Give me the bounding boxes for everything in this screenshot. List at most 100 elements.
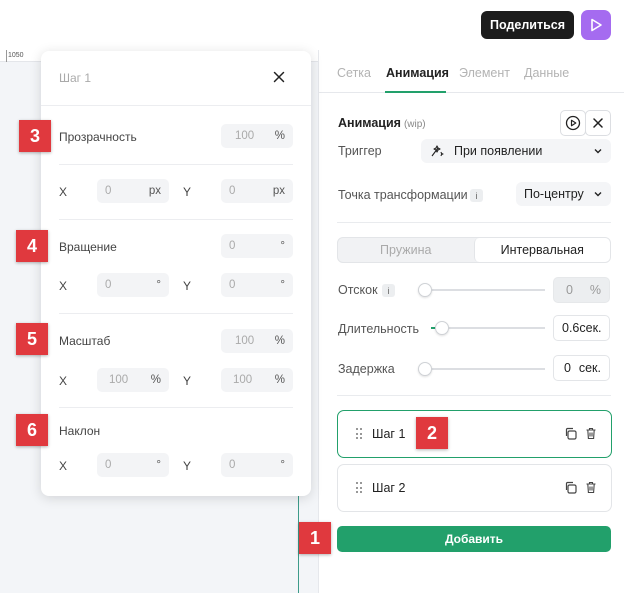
duplicate-icon[interactable] <box>564 427 577 440</box>
trash-icon[interactable] <box>585 427 597 440</box>
mode-spring[interactable]: Пружина <box>338 238 474 262</box>
rotate-x-value: 0 <box>105 279 112 291</box>
duration-label: Длительность <box>338 322 420 336</box>
drag-handle-icon[interactable] <box>356 482 364 494</box>
delay-label: Задержка <box>338 362 395 376</box>
tab-bar: Сетка Анимация Элемент Данные <box>319 50 624 93</box>
trash-icon[interactable] <box>585 481 597 494</box>
scale-x-unit: % <box>150 374 161 386</box>
bounce-unit: % <box>589 283 601 297</box>
rotation-value: 0 <box>229 240 236 252</box>
opacity-label: Прозрачность <box>59 130 137 144</box>
translate-y-value: 0 <box>229 185 236 197</box>
divider <box>59 219 293 220</box>
origin-select[interactable]: По-центру <box>516 182 611 206</box>
skew-y-input[interactable]: 0 ° <box>221 453 293 477</box>
play-icon <box>591 18 602 32</box>
scale-x-value: 100 <box>109 374 129 386</box>
step-card-1[interactable]: Шаг 1 <box>337 410 612 458</box>
opacity-unit: % <box>274 130 285 142</box>
skew-label: Наклон <box>59 424 101 438</box>
annotation-badge-2: 2 <box>416 417 448 449</box>
share-button[interactable]: Поделиться <box>481 11 574 39</box>
play-circle-icon <box>565 115 581 131</box>
step-1-label: Шаг 1 <box>372 427 406 441</box>
origin-label: Точка трансформации <box>338 188 468 202</box>
rotate-x-label: X <box>59 279 68 293</box>
info-icon[interactable]: i <box>382 284 395 297</box>
scale-input[interactable]: 100% <box>221 329 293 353</box>
opacity-value: 100 <box>235 130 255 142</box>
translate-y-unit: px <box>272 185 285 197</box>
step-2-label: Шаг 2 <box>372 481 406 495</box>
bounce-slider-knob[interactable] <box>418 283 432 297</box>
close-icon[interactable] <box>271 69 287 85</box>
duration-slider-knob[interactable] <box>435 321 449 335</box>
delay-slider-track <box>425 368 545 370</box>
bounce-value: 0 <box>566 283 573 297</box>
translate-y-input[interactable]: 0 px <box>221 179 293 203</box>
translate-y-label: Y <box>183 185 192 199</box>
properties-sidebar: Сетка Анимация Элемент Данные Анимация (w… <box>318 50 624 593</box>
divider <box>59 407 293 408</box>
duration-input[interactable]: 0.6 сек. <box>553 315 610 341</box>
rotation-input[interactable]: 0 ° <box>221 234 293 258</box>
skew-y-unit: ° <box>280 459 285 471</box>
skew-y-value: 0 <box>229 459 236 471</box>
add-step-button[interactable]: Добавить <box>337 526 611 552</box>
scale-y-value: 100 <box>233 374 253 386</box>
step-card-2[interactable]: Шаг 2 <box>337 464 612 512</box>
bounce-input[interactable]: 0% <box>553 277 610 303</box>
tab-data[interactable]: Данные <box>524 66 569 80</box>
step-properties-panel: Шаг 1 Прозрачность 100% X 0 px Y 0 px Вращ… <box>41 51 311 496</box>
translate-x-label: X <box>59 185 68 199</box>
annotation-badge-5: 5 <box>16 323 48 355</box>
duplicate-icon[interactable] <box>564 481 577 494</box>
trigger-value: При появлении <box>454 144 543 158</box>
tab-element[interactable]: Элемент <box>459 66 510 80</box>
preview-button[interactable] <box>581 10 611 40</box>
delay-slider-knob[interactable] <box>418 362 432 376</box>
divider <box>337 395 611 396</box>
annotation-badge-6: 6 <box>16 414 48 446</box>
skew-y-label: Y <box>183 459 192 473</box>
translate-x-input[interactable]: 0 px <box>97 179 169 203</box>
drag-handle-icon[interactable] <box>356 428 364 440</box>
scale-x-input[interactable]: 100% <box>97 368 169 392</box>
tab-grid[interactable]: Сетка <box>337 66 371 80</box>
duration-unit: сек. <box>579 321 602 335</box>
delay-input[interactable]: 0 сек. <box>553 355 610 381</box>
animation-title-note: (wip) <box>403 119 426 130</box>
mode-interval[interactable]: Интервальная <box>473 238 610 262</box>
magic-icon <box>431 145 444 157</box>
tab-animation[interactable]: Анимация <box>386 66 449 80</box>
rotate-x-input[interactable]: 0 ° <box>97 273 169 297</box>
rotate-x-unit: ° <box>156 279 161 291</box>
rotate-y-value: 0 <box>229 279 236 291</box>
bounce-slider-track <box>425 289 545 291</box>
rotation-unit: ° <box>280 240 285 252</box>
scale-label: Масштаб <box>59 334 111 348</box>
delay-value: 0 <box>564 361 571 375</box>
scale-x-label: X <box>59 374 68 388</box>
trigger-label: Триггер <box>338 144 382 158</box>
top-bar: Поделиться <box>0 0 624 50</box>
divider <box>59 164 293 165</box>
remove-animation-button[interactable] <box>585 110 611 136</box>
active-tab-indicator <box>385 91 446 93</box>
animation-title: Анимация (wip) <box>338 116 426 130</box>
rotate-y-label: Y <box>183 279 192 293</box>
skew-x-input[interactable]: 0 ° <box>97 453 169 477</box>
rotate-y-input[interactable]: 0 ° <box>221 273 293 297</box>
annotation-badge-3: 3 <box>19 120 51 152</box>
info-icon[interactable]: i <box>470 189 483 202</box>
scale-y-input[interactable]: 100% <box>221 368 293 392</box>
play-animation-button[interactable] <box>560 110 586 136</box>
origin-value: По-центру <box>524 187 584 201</box>
easing-mode-toggle: Пружина Интервальная <box>337 237 611 263</box>
duration-value: 0.6 <box>562 321 580 335</box>
opacity-input[interactable]: 100% <box>221 124 293 148</box>
trigger-select[interactable]: При появлении <box>421 139 611 163</box>
scale-y-unit: % <box>274 374 285 386</box>
translate-x-value: 0 <box>105 185 112 197</box>
